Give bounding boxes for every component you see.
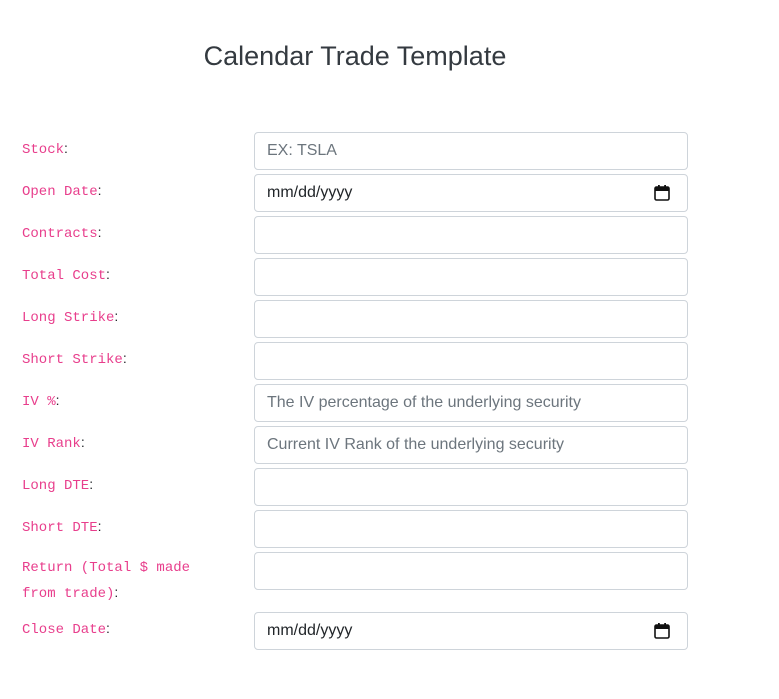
close-date-row: Close Date: mm/dd/yyyy bbox=[0, 612, 779, 654]
open-date-input[interactable]: mm/dd/yyyy bbox=[254, 174, 688, 212]
open-date-row: Open Date: mm/dd/yyyy bbox=[0, 174, 779, 216]
total-cost-row: Total Cost: bbox=[0, 258, 779, 300]
long-dte-label: Long DTE: bbox=[22, 476, 94, 494]
short-strike-label: Short Strike: bbox=[22, 350, 127, 368]
iv-pct-label: IV %: bbox=[22, 392, 60, 410]
iv-rank-row: IV Rank: bbox=[0, 426, 779, 468]
calendar-icon[interactable] bbox=[653, 184, 671, 202]
page-title: Calendar Trade Template bbox=[203, 41, 507, 71]
short-dte-row: Short DTE: bbox=[0, 510, 779, 552]
iv-pct-row: IV %: bbox=[0, 384, 779, 426]
total-cost-input[interactable] bbox=[254, 258, 688, 296]
iv-rank-input[interactable] bbox=[254, 426, 688, 464]
contracts-input[interactable] bbox=[254, 216, 688, 254]
long-dte-row: Long DTE: bbox=[0, 468, 779, 510]
open-date-label: Open Date: bbox=[22, 182, 102, 200]
contracts-row: Contracts: bbox=[0, 216, 779, 258]
short-dte-label: Short DTE: bbox=[22, 518, 102, 536]
stock-label: Stock: bbox=[22, 140, 68, 158]
open-date-value: mm/dd/yyyy bbox=[267, 184, 353, 201]
close-date-input[interactable]: mm/dd/yyyy bbox=[254, 612, 688, 650]
long-strike-row: Long Strike: bbox=[0, 300, 779, 342]
return-row: Return (Total $ made from trade): bbox=[0, 552, 779, 612]
stock-row: Stock: bbox=[0, 132, 779, 174]
long-strike-label: Long Strike: bbox=[22, 308, 119, 326]
iv-rank-label: IV Rank: bbox=[22, 434, 85, 452]
short-strike-row: Short Strike: bbox=[0, 342, 779, 384]
close-date-label: Close Date: bbox=[22, 620, 110, 638]
return-label: Return (Total $ made from trade): bbox=[22, 560, 191, 602]
iv-pct-input[interactable] bbox=[254, 384, 688, 422]
close-date-value: mm/dd/yyyy bbox=[267, 622, 353, 639]
calendar-trade-form: Stock: Open Date: mm/dd/yyyy Contracts: … bbox=[0, 132, 779, 654]
short-strike-input[interactable] bbox=[254, 342, 688, 380]
long-strike-input[interactable] bbox=[254, 300, 688, 338]
total-cost-label: Total Cost: bbox=[22, 266, 110, 284]
long-dte-input[interactable] bbox=[254, 468, 688, 506]
contracts-label: Contracts: bbox=[22, 224, 102, 242]
calendar-icon[interactable] bbox=[653, 622, 671, 640]
stock-input[interactable] bbox=[254, 132, 688, 170]
short-dte-input[interactable] bbox=[254, 510, 688, 548]
return-input[interactable] bbox=[254, 552, 688, 590]
